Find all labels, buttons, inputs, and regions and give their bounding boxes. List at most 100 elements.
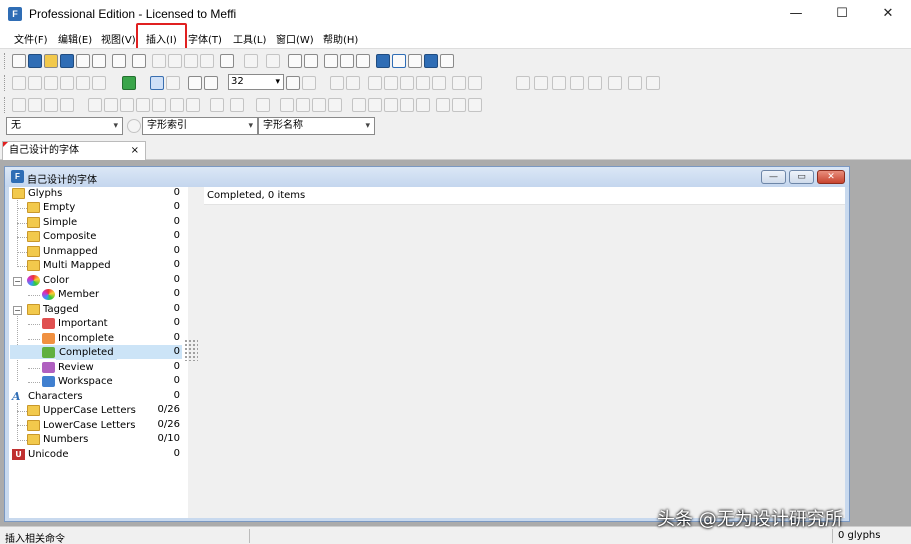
menu-tools[interactable]: 工具(L) — [233, 31, 266, 46]
chart-icon[interactable] — [166, 76, 180, 90]
undo-icon[interactable] — [220, 54, 234, 68]
brush2-icon[interactable] — [280, 98, 294, 112]
align-box-icon[interactable] — [552, 76, 566, 90]
contour-icon[interactable] — [416, 98, 430, 112]
maximize-button[interactable]: ☐ — [819, 0, 865, 28]
mirror-icon[interactable] — [120, 98, 134, 112]
delete-icon[interactable] — [200, 54, 214, 68]
fit-icon[interactable] — [286, 76, 300, 90]
node-icon[interactable] — [330, 76, 344, 90]
rect-icon[interactable] — [368, 76, 382, 90]
minimize-button[interactable]: — — [773, 0, 819, 28]
union-icon[interactable] — [436, 98, 450, 112]
document-tab-close-icon[interactable]: × — [131, 142, 139, 160]
install-icon[interactable] — [424, 54, 438, 68]
tools-icon[interactable] — [324, 54, 338, 68]
find-icon[interactable] — [132, 54, 146, 68]
skew-icon[interactable] — [170, 98, 184, 112]
subtract-icon[interactable] — [468, 98, 482, 112]
group-icon[interactable] — [646, 76, 660, 90]
font-window-titlebar[interactable]: F 自己设计的字体 — ▭ ✕ — [5, 167, 849, 187]
cut-icon[interactable] — [152, 54, 166, 68]
height-icon[interactable] — [230, 98, 244, 112]
transform-icon[interactable] — [256, 98, 270, 112]
refresh-icon[interactable] — [266, 54, 280, 68]
rectangle-icon[interactable] — [416, 76, 430, 90]
frame2-icon[interactable] — [468, 76, 482, 90]
align-grid-icon[interactable] — [516, 76, 530, 90]
open-icon[interactable] — [44, 54, 58, 68]
redo-icon[interactable] — [244, 54, 258, 68]
fill-icon[interactable] — [312, 98, 326, 112]
toolbar-grip[interactable] — [4, 75, 7, 91]
zoom-out-icon[interactable] — [204, 76, 218, 90]
new-font-icon[interactable] — [28, 54, 42, 68]
splitter-grip[interactable] — [184, 339, 198, 361]
pen-icon[interactable] — [60, 76, 74, 90]
align-center-icon[interactable] — [534, 76, 548, 90]
paste-icon[interactable] — [184, 54, 198, 68]
hand-icon[interactable] — [44, 76, 58, 90]
save-all-icon[interactable] — [76, 54, 90, 68]
copy-glyph-icon[interactable] — [12, 98, 26, 112]
align-right-icon[interactable] — [588, 76, 602, 90]
flip-v-icon[interactable] — [104, 98, 118, 112]
bezier-icon[interactable] — [352, 98, 366, 112]
connect-icon[interactable] — [628, 76, 642, 90]
insert-sheet-icon[interactable] — [304, 54, 318, 68]
collapse-toggle-icon[interactable]: − — [13, 277, 22, 286]
check-icon[interactable] — [392, 54, 406, 68]
metrics-icon[interactable] — [408, 54, 422, 68]
grid-view-icon[interactable] — [150, 76, 164, 90]
curve-icon[interactable] — [346, 76, 360, 90]
document-tab[interactable]: 自己设计的字体 × — [2, 141, 146, 160]
save-icon[interactable] — [60, 54, 74, 68]
new-icon[interactable] — [12, 54, 26, 68]
menu-help[interactable]: 帮助(H) — [323, 31, 358, 46]
insert-glyph-icon[interactable] — [288, 54, 302, 68]
rotate-icon[interactable] — [136, 98, 150, 112]
layout-icon[interactable] — [302, 76, 316, 90]
preview-icon[interactable] — [376, 54, 390, 68]
menu-window[interactable]: 窗口(W) — [276, 31, 314, 46]
export-icon[interactable] — [92, 54, 106, 68]
width-icon[interactable] — [210, 98, 224, 112]
lasso-icon[interactable] — [28, 76, 42, 90]
intersect-icon[interactable] — [452, 98, 466, 112]
move-icon[interactable] — [186, 98, 200, 112]
point-icon[interactable] — [368, 98, 382, 112]
image-icon[interactable] — [122, 76, 136, 90]
distribute-icon[interactable] — [608, 76, 622, 90]
close-button[interactable]: ✕ — [865, 0, 911, 28]
frame-icon[interactable] — [452, 76, 466, 90]
ellipse-icon[interactable] — [432, 76, 446, 90]
align-left-icon[interactable] — [570, 76, 584, 90]
menu-file[interactable]: 文件(F) — [14, 31, 48, 46]
paste-glyph-icon[interactable] — [28, 98, 42, 112]
glyph-name-select[interactable]: 字形名称 ▾ — [258, 117, 375, 135]
glyph-index-select[interactable]: 字形索引 ▾ — [142, 117, 258, 135]
stroke-icon[interactable] — [400, 76, 414, 90]
knife-icon[interactable] — [92, 76, 106, 90]
toolbar-grip[interactable] — [4, 53, 7, 69]
corner-icon[interactable] — [384, 98, 398, 112]
layer-select[interactable]: 无 ▾ — [6, 117, 123, 135]
font-window-minimize-button[interactable]: — — [761, 170, 786, 184]
toolbar-grip[interactable] — [4, 97, 7, 113]
text-icon[interactable] — [356, 54, 370, 68]
properties-icon[interactable] — [340, 54, 354, 68]
scale-icon[interactable] — [152, 98, 166, 112]
menu-edit[interactable]: 编辑(E) — [58, 31, 92, 46]
print-icon[interactable] — [112, 54, 126, 68]
shape-icon[interactable] — [384, 76, 398, 90]
collapse-toggle-icon[interactable]: − — [13, 306, 22, 315]
menu-font[interactable]: 字体(T) — [188, 31, 222, 46]
copy-icon[interactable] — [168, 54, 182, 68]
font-window-restore-button[interactable]: ▭ — [789, 170, 814, 184]
zoom-in-icon[interactable] — [188, 76, 202, 90]
select-icon[interactable] — [12, 76, 26, 90]
flip-h-icon[interactable] — [88, 98, 102, 112]
smooth-icon[interactable] — [400, 98, 414, 112]
menu-view[interactable]: 视图(V) — [101, 31, 136, 46]
info-icon[interactable] — [440, 54, 454, 68]
